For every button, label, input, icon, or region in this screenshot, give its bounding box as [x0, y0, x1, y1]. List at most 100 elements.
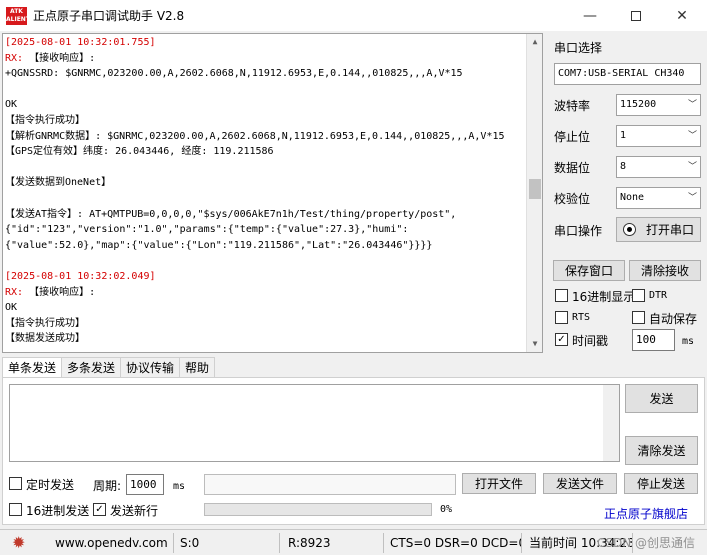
- receive-line: 【数据发送成功】: [5, 333, 85, 345]
- receive-line: [2025-08-01 10:32:02.049]: [5, 270, 156, 282]
- receive-line: [5, 82, 527, 98]
- save-window-label: 保存窗口: [564, 264, 613, 278]
- tab-single-send[interactable]: 单条发送: [2, 357, 63, 378]
- port-select[interactable]: COM7:USB-SERIAL CH340: [554, 63, 701, 85]
- chevron-down-icon: ﹀: [687, 100, 697, 110]
- chevron-down-icon: ﹀: [687, 193, 697, 203]
- send-label: 发送: [649, 392, 674, 406]
- receive-textarea[interactable]: [2025-08-01 10:32:01.755] RX: 【接收响应】: +QGN…: [2, 33, 543, 353]
- send-file-button[interactable]: 发送文件: [543, 473, 617, 494]
- parity-value: None: [620, 192, 645, 203]
- progress-percent: 0%: [440, 504, 453, 515]
- parity-select[interactable]: None ﹀: [616, 187, 701, 209]
- file-path-input[interactable]: [204, 474, 456, 495]
- open-file-button[interactable]: 打开文件: [462, 473, 536, 494]
- hex-send-checkbox[interactable]: [9, 503, 22, 516]
- scroll-down-icon[interactable]: ▼: [527, 336, 542, 352]
- hex-display-checkbox[interactable]: [555, 289, 568, 302]
- gear-icon[interactable]: ✹: [12, 533, 25, 553]
- send-file-label: 发送文件: [555, 477, 604, 491]
- send-scrollbar[interactable]: [603, 385, 619, 461]
- tab-multi-send[interactable]: 多条发送: [61, 357, 122, 377]
- serial-op-label: 串口操作: [554, 224, 603, 238]
- timestamp-checkbox[interactable]: ✓: [555, 333, 568, 346]
- minimize-icon: —: [583, 7, 597, 24]
- send-newline-checkbox[interactable]: ✓: [93, 503, 106, 516]
- rts-label: RTS: [572, 312, 591, 323]
- receive-lines: [2025-08-01 10:32:01.755] RX: 【接收响应】: +QGN…: [5, 35, 527, 347]
- timed-send-label: 定时发送: [26, 478, 75, 492]
- send-button[interactable]: 发送: [625, 384, 698, 413]
- send-progress-bar: [204, 503, 432, 516]
- stop-bits-label: 停止位: [554, 130, 591, 144]
- title-bar: ATK ALIENTEK 正点原子串口调试助手 V2.8 — ✕: [0, 0, 707, 31]
- clear-receive-label: 清除接收: [640, 264, 689, 278]
- hex-send-label: 16进制发送: [26, 504, 90, 518]
- data-bits-select[interactable]: 8 ﹀: [616, 156, 701, 178]
- stop-send-button[interactable]: 停止发送: [624, 473, 698, 494]
- receive-line: RX: 【接收响应】:: [5, 286, 96, 298]
- save-window-button[interactable]: 保存窗口: [553, 260, 625, 281]
- stop-bits-select[interactable]: 1 ﹀: [616, 125, 701, 147]
- auto-save-checkbox[interactable]: [632, 311, 645, 324]
- maximize-icon: [631, 10, 641, 21]
- scroll-up-icon[interactable]: ▲: [527, 34, 542, 50]
- receive-line: +QGNSSRD: $GNRMC,023200.00,A,2602.6068,N…: [5, 68, 463, 80]
- clear-send-button[interactable]: 清除发送: [625, 436, 698, 465]
- port-status-icon: [623, 223, 636, 236]
- data-bits-value: 8: [620, 161, 627, 172]
- send-tabs: 单条发送 多条发送 协议传输 帮助: [2, 357, 216, 378]
- website-link[interactable]: www.openedv.com: [51, 533, 174, 553]
- store-link[interactable]: 正点原子旗舰店: [604, 505, 688, 522]
- dtr-checkbox[interactable]: [632, 289, 645, 302]
- dtr-label: DTR: [649, 290, 668, 301]
- timestamp-value: 100: [636, 333, 656, 346]
- receive-line: RX: 【接收响应】:: [5, 52, 96, 64]
- sent-count: S:0: [176, 533, 280, 553]
- tab-help[interactable]: 帮助: [179, 357, 216, 377]
- rts-checkbox[interactable]: [555, 311, 568, 324]
- tab-protocol[interactable]: 协议传输: [120, 357, 181, 377]
- receive-line: 【发送数据到OneNet】: [5, 177, 112, 189]
- maximize-button[interactable]: [613, 0, 659, 31]
- period-input[interactable]: 1000: [126, 474, 164, 495]
- close-icon: ✕: [676, 7, 688, 24]
- receive-line: OK: [5, 99, 18, 111]
- chevron-down-icon: ﹀: [687, 162, 697, 172]
- minimize-button[interactable]: —: [567, 0, 613, 31]
- stop-send-label: 停止发送: [636, 477, 685, 491]
- line-status: CTS=0 DSR=0 DCD=0: [386, 533, 522, 553]
- receive-line: 【指令执行成功】: [5, 317, 85, 329]
- window-title: 正点原子串口调试助手 V2.8: [33, 9, 185, 23]
- send-textarea[interactable]: [9, 384, 620, 462]
- timestamp-input[interactable]: 100: [632, 329, 675, 351]
- receive-line: [5, 160, 527, 176]
- period-value: 1000: [130, 478, 157, 491]
- receive-line: {"id":"123","version":"1.0","params":{"t…: [5, 224, 409, 236]
- receive-line: 【指令执行成功】: [5, 114, 85, 126]
- chevron-down-icon: ﹀: [687, 131, 697, 141]
- receive-line: OK: [5, 302, 18, 314]
- receive-line: 【解析GNRMC数据】: $GNRMC,023200.00,A,2602.606…: [5, 130, 505, 142]
- receive-line: [2025-08-01 10:32:01.755]: [5, 37, 156, 48]
- close-button[interactable]: ✕: [659, 0, 705, 31]
- stop-bits-value: 1: [620, 130, 627, 141]
- hex-display-label: 16进制显示: [572, 290, 636, 304]
- open-file-label: 打开文件: [474, 477, 523, 491]
- receive-scrollbar[interactable]: ▲ ▼: [526, 34, 542, 352]
- scroll-thumb[interactable]: [529, 179, 541, 199]
- period-unit: ms: [173, 481, 186, 492]
- port-select-label: 串口选择: [554, 41, 603, 55]
- baud-value: 115200: [620, 99, 657, 110]
- baud-select[interactable]: 115200 ﹀: [616, 94, 701, 116]
- baud-label: 波特率: [554, 99, 591, 113]
- data-bits-label: 数据位: [554, 161, 591, 175]
- receive-line: 【GPS定位有效】纬度: 26.043446, 经度: 119.211586: [5, 146, 274, 158]
- received-count: R:8923: [284, 533, 384, 553]
- clear-receive-button[interactable]: 清除接收: [629, 260, 701, 281]
- parity-label: 校验位: [554, 192, 591, 206]
- timed-send-checkbox[interactable]: [9, 477, 22, 490]
- clear-send-label: 清除发送: [637, 444, 686, 458]
- send-newline-label: 发送新行: [110, 504, 159, 518]
- period-label: 周期:: [93, 479, 122, 493]
